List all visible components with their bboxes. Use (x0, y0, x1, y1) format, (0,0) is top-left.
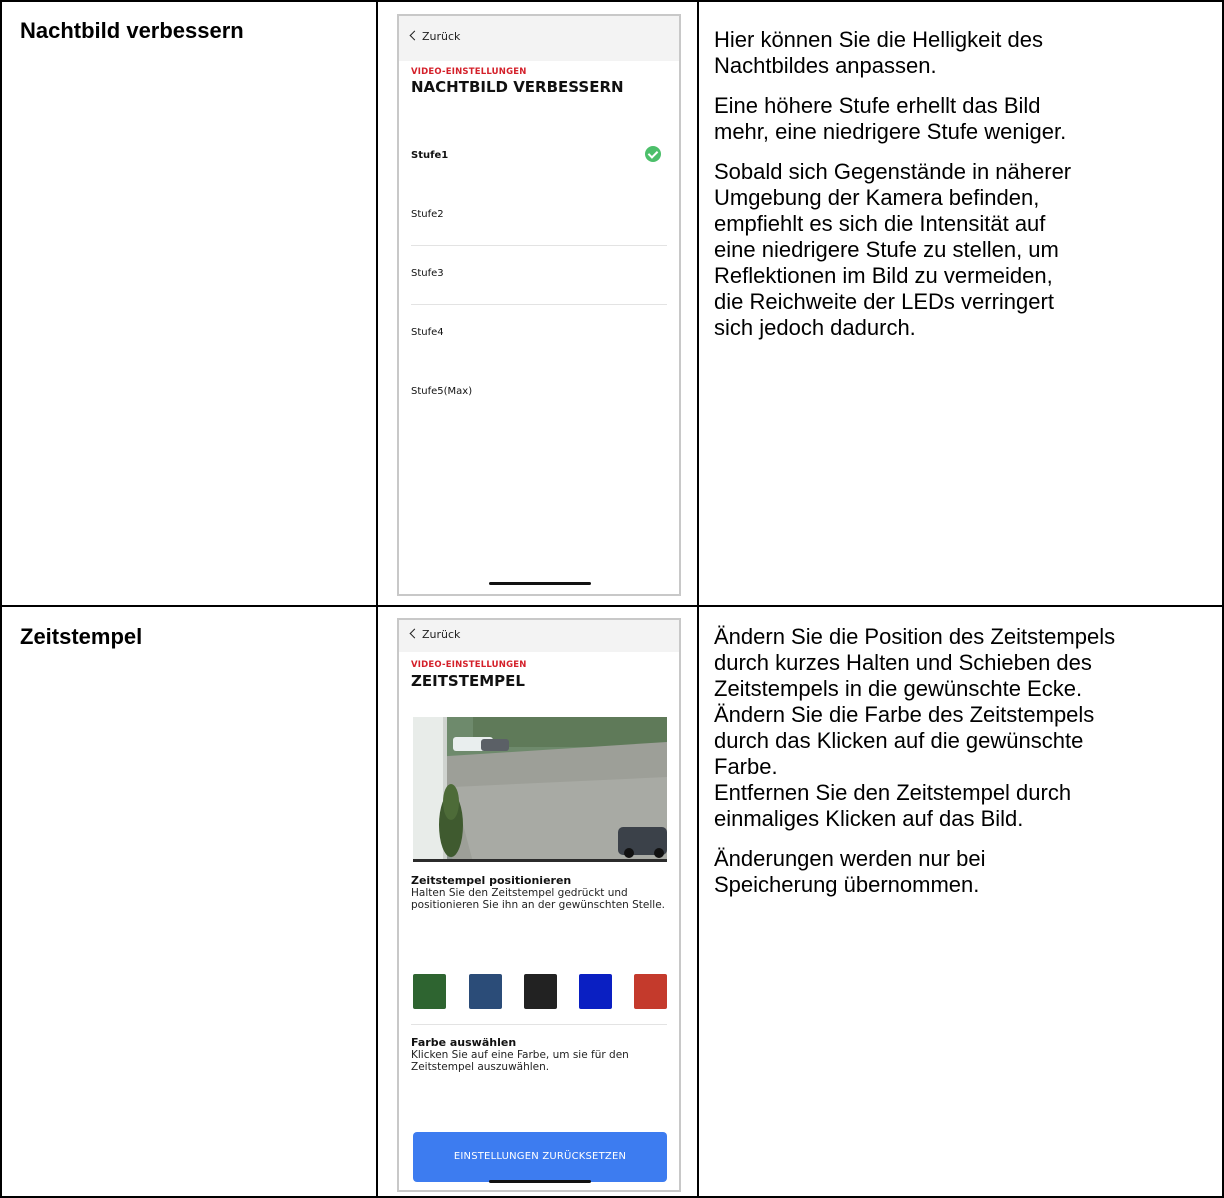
back-button[interactable]: Zurück (409, 30, 461, 43)
description-paragraph: Hier können Sie die Helligkeit des Nacht… (714, 27, 1043, 78)
description-paragraph: Ändern Sie die Position des Zeitstempels… (714, 624, 1116, 831)
position-heading: Zeitstempel positionieren (411, 874, 572, 887)
level-option-label: Stufe5(Max) (411, 386, 473, 397)
color-swatch-slate-blue[interactable] (469, 974, 502, 1009)
color-swatch-black[interactable] (524, 974, 557, 1009)
color-swatch-green[interactable] (413, 974, 446, 1009)
table-border-left (0, 0, 2, 1198)
section-kicker: VIDEO-EINSTELLUNGEN (411, 67, 527, 77)
reset-settings-button[interactable]: EINSTELLUNGEN ZURÜCKSETZEN (413, 1132, 667, 1182)
color-heading: Farbe auswählen (411, 1036, 517, 1049)
back-label: Zurück (422, 30, 461, 43)
level-option-label: Stufe1 (411, 150, 449, 161)
home-indicator (489, 582, 591, 585)
chevron-left-icon (409, 628, 420, 639)
table-border-top (0, 0, 1224, 2)
level-option-label: Stufe3 (411, 268, 444, 279)
row-divider (0, 605, 1224, 607)
description-paragraph: Änderungen werden nur bei Speicherung üb… (714, 846, 986, 897)
phone-screenshot-zeitstempel: Zurück VIDEO-EINSTELLUNGEN ZEITSTEMPEL Z… (397, 618, 681, 1192)
row-description-zeitstempel: Ändern Sie die Position des Zeitstempels… (714, 624, 1220, 912)
row-title-nachtbild: Nachtbild verbessern (20, 18, 244, 43)
level-option[interactable]: Stufe2 (411, 187, 667, 246)
description-paragraph: Eine höhere Stufe erhellt das Bild mehr,… (714, 93, 1067, 144)
description-paragraph: Sobald sich Gegenstände in näherer Umgeb… (714, 159, 1072, 340)
home-indicator (489, 1180, 591, 1183)
row-title-zeitstempel: Zeitstempel (20, 624, 143, 649)
color-swatch-blue[interactable] (579, 974, 612, 1009)
back-label: Zurück (422, 628, 461, 641)
phone-screenshot-nachtbild: Zurück VIDEO-EINSTELLUNGEN NACHTBILD VER… (397, 14, 681, 596)
level-option-label: Stufe2 (411, 209, 444, 220)
camera-scene (413, 717, 667, 862)
screen-title: NACHTBILD VERBESSERN (411, 78, 624, 96)
checkmark-icon (645, 146, 661, 162)
column-divider-1 (376, 0, 378, 1198)
section-kicker: VIDEO-EINSTELLUNGEN (411, 660, 527, 670)
screen-title: ZEITSTEMPEL (411, 672, 525, 690)
camera-preview-image[interactable] (413, 717, 667, 862)
level-option[interactable]: Stufe1 (411, 128, 667, 187)
level-option[interactable]: Stufe5(Max) (411, 364, 667, 423)
column-divider-2 (697, 0, 699, 1198)
color-swatch-red[interactable] (634, 974, 667, 1009)
instruction-table: Nachtbild verbessern Zurück VIDEO-EINSTE… (0, 0, 1224, 1198)
level-option[interactable]: Stufe3 (411, 246, 667, 305)
chevron-left-icon (409, 30, 420, 41)
row-description-nachtbild: Hier können Sie die Helligkeit des Nacht… (714, 27, 1214, 355)
position-text: Halten Sie den Zeitstempel gedrückt und … (411, 887, 666, 911)
level-option[interactable]: Stufe4 (411, 305, 667, 364)
color-text: Klicken Sie auf eine Farbe, um sie für d… (411, 1049, 629, 1073)
section-divider (411, 1024, 667, 1025)
back-button[interactable]: Zurück (409, 628, 461, 641)
level-option-label: Stufe4 (411, 327, 444, 338)
